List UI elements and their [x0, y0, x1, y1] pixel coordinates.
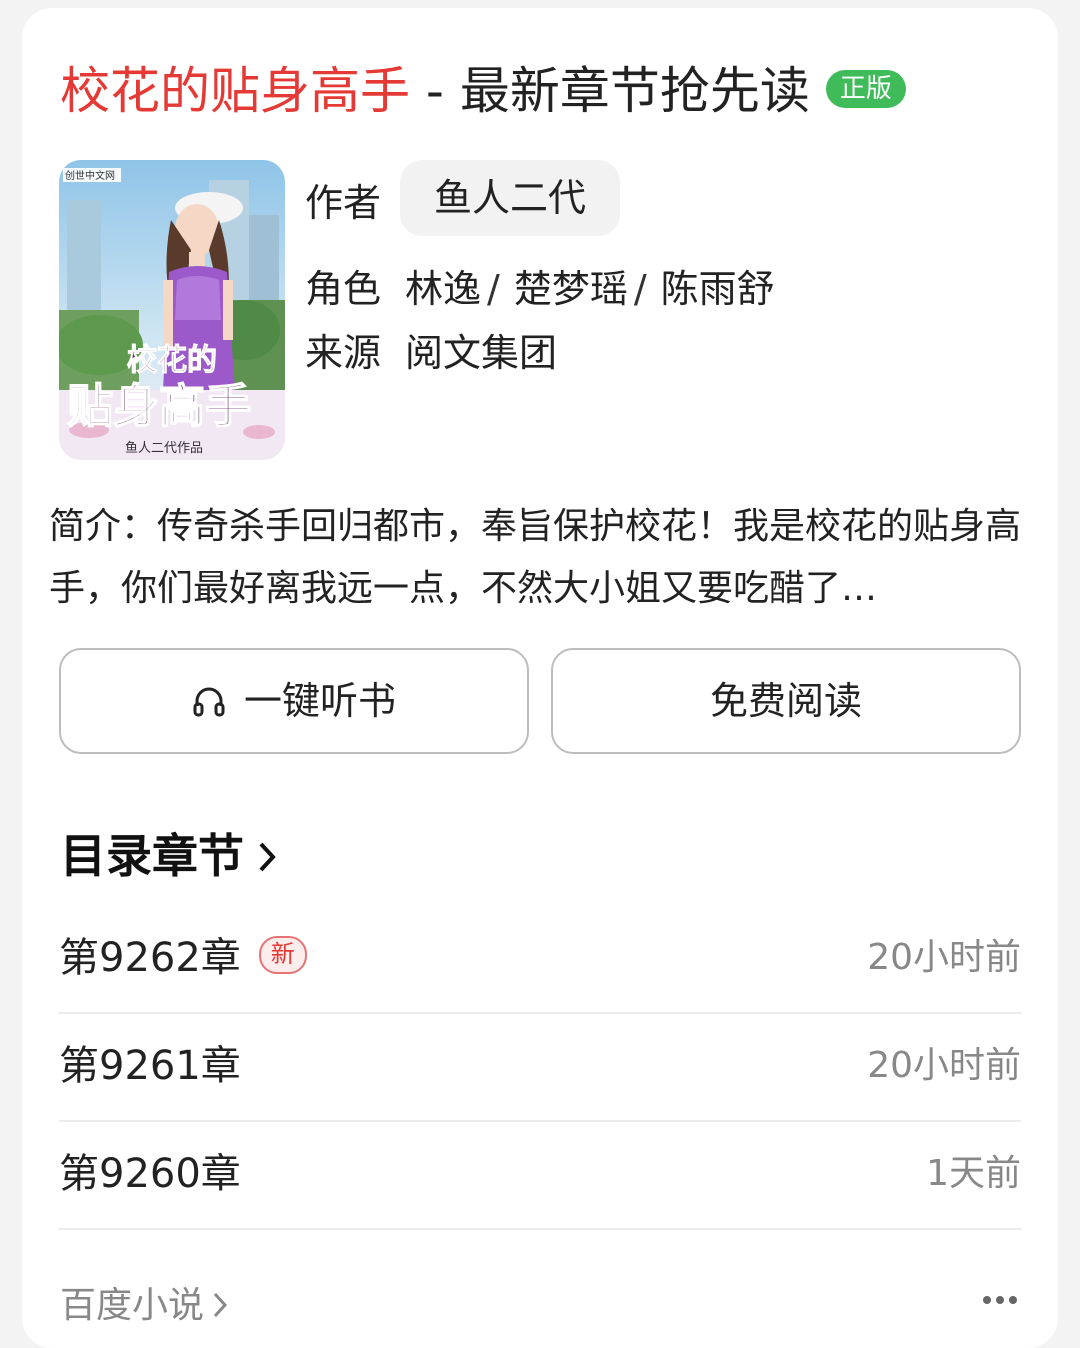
title-separator: -: [410, 62, 460, 120]
book-intro[interactable]: 简介：传奇杀手回归都市，奉旨保护校花！我是校花的贴身高手，你们最好离我远一点，不…: [49, 496, 1029, 620]
chapter-row[interactable]: 第9262章新 20小时前: [59, 906, 1021, 1014]
chapter-time: 20小时前: [867, 937, 1021, 978]
roles-label: 角色: [305, 267, 382, 311]
book-title[interactable]: 校花的贴身高手: [60, 62, 410, 120]
headphones-icon: [193, 687, 225, 716]
chapters-section-title[interactable]: 目录章节: [60, 820, 278, 886]
official-badge: 正版: [825, 69, 906, 108]
cover-illustration: 创世中文网 校花的 贴身高手 鱼人二代作品: [59, 160, 285, 460]
free-read-button[interactable]: 免费阅读: [551, 648, 1021, 754]
chapter-row[interactable]: 第9261章 20小时前: [59, 1014, 1021, 1122]
chapters-section-label: 目录章节: [60, 829, 244, 883]
role-item[interactable]: 陈雨舒: [661, 267, 775, 311]
source-link[interactable]: 百度小说: [60, 1276, 228, 1328]
chevron-right-icon: [213, 1292, 228, 1318]
more-options-icon[interactable]: [982, 1290, 1018, 1309]
role-item[interactable]: 楚梦瑶: [514, 267, 628, 311]
chapter-title: 第9261章: [59, 1043, 241, 1089]
result-title[interactable]: 校花的贴身高手 - 最新章节抢先读 正版: [60, 56, 906, 126]
cover-publisher-logo: 创世中文网: [65, 169, 115, 182]
source-value: 阅文集团: [405, 331, 558, 375]
role-separator: /: [633, 267, 647, 311]
chapter-time: 20小时前: [867, 1045, 1021, 1086]
cover-byline: 鱼人二代作品: [125, 440, 203, 456]
listen-button-label: 一键听书: [243, 679, 396, 723]
book-cover[interactable]: 创世中文网 校花的 贴身高手 鱼人二代作品: [59, 160, 285, 460]
cover-title-line2: 贴身高手: [67, 379, 251, 433]
chapter-title: 第9260章: [59, 1151, 241, 1197]
chapter-title: 第9262章: [59, 935, 241, 981]
cover-title-line1: 校花的: [127, 343, 217, 378]
title-subtitle[interactable]: 最新章节抢先读: [460, 62, 810, 120]
book-result-card: 校花的贴身高手 - 最新章节抢先读 正版 创世中文网 校花的 贴身高手 鱼人二代…: [22, 8, 1058, 1348]
chapter-row[interactable]: 第9260章 1天前: [59, 1122, 1021, 1230]
listen-button[interactable]: 一键听书: [59, 648, 529, 754]
free-read-button-label: 免费阅读: [709, 679, 862, 723]
roles-list: 林逸 / 楚梦瑶 / 陈雨舒: [405, 258, 775, 313]
chevron-right-icon: [259, 842, 276, 871]
source-label: 来源: [305, 331, 382, 375]
chapter-time: 1天前: [926, 1153, 1021, 1194]
role-separator: /: [487, 267, 500, 311]
author-chip[interactable]: 鱼人二代: [400, 160, 620, 236]
new-tag: 新: [258, 936, 307, 974]
author-label: 作者: [305, 181, 382, 225]
source-link-label: 百度小说: [60, 1285, 205, 1326]
role-item[interactable]: 林逸: [405, 267, 481, 311]
